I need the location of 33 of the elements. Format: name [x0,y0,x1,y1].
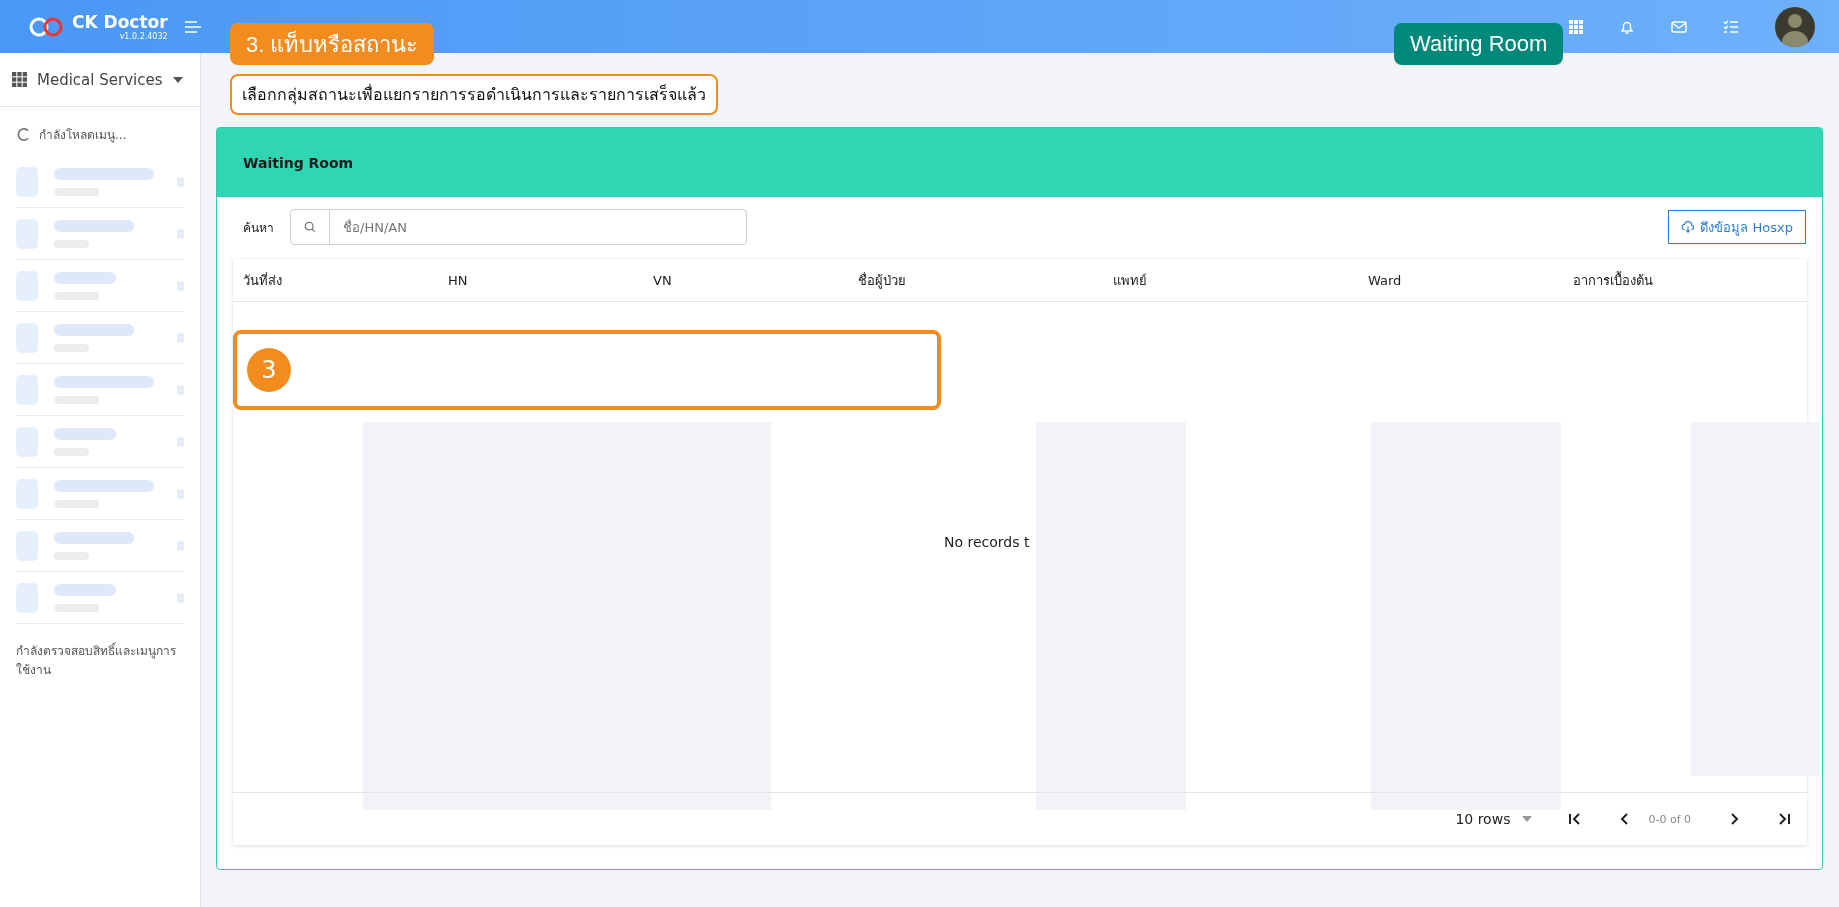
search-icon [304,221,316,233]
rows-per-page-dropdown[interactable]: 10 rows [1455,811,1511,827]
app-name: CK Doctor [72,12,168,32]
cloud-download-icon [1681,221,1696,233]
spinner-icon [16,127,31,142]
column-header[interactable]: HN [448,272,653,288]
status-text: กำลังตรวจสอบสิทธิ์และเมนูการใช้งาน [15,642,177,680]
column-header[interactable]: วันที่ส่ง [243,269,448,291]
search-label: ค้นหา [243,219,274,237]
search-field[interactable]: ชื่อ/HN/AN [290,209,747,245]
page-range: 0-0 of 0 [1648,812,1691,826]
empty-message: No records t [944,534,1030,550]
logo-icon [28,16,64,37]
column-header[interactable]: Ward [1368,272,1573,288]
checklist-icon[interactable] [1723,19,1739,34]
first-page-icon[interactable] [1568,812,1583,826]
service-dropdown[interactable]: Medical Services [37,70,163,89]
column-header[interactable]: แพทย์ [1113,269,1368,291]
apps-grid-icon[interactable] [12,72,27,87]
annotation-number: 3 [247,348,291,392]
annotation-badge: 3. แท็บหรือสถานะ [230,23,435,65]
app-version: v1.0.2.4032 [119,32,168,41]
annotation-caption: เลือกกลุ่มสถานะเพื่อแยกรายการรอดำเนินการและรายการเสร็จแล้ว [230,74,718,115]
panel-title: Waiting Room [243,154,354,171]
caret-icon[interactable] [172,76,183,83]
loading-text: กำลังโหลดเมนู... [39,127,127,144]
fetch-button[interactable]: ดึงข้อมูล Hosxp [1668,210,1806,244]
column-header[interactable]: อาการเบื้องต้น [1573,269,1778,291]
column-header[interactable]: VN [653,272,858,288]
column-header[interactable]: ชื่อผู้ป่วย [858,269,1113,291]
user-avatar[interactable] [1775,6,1815,47]
last-page-icon[interactable] [1777,812,1791,826]
annotation-badge: Waiting Room [1394,23,1564,65]
